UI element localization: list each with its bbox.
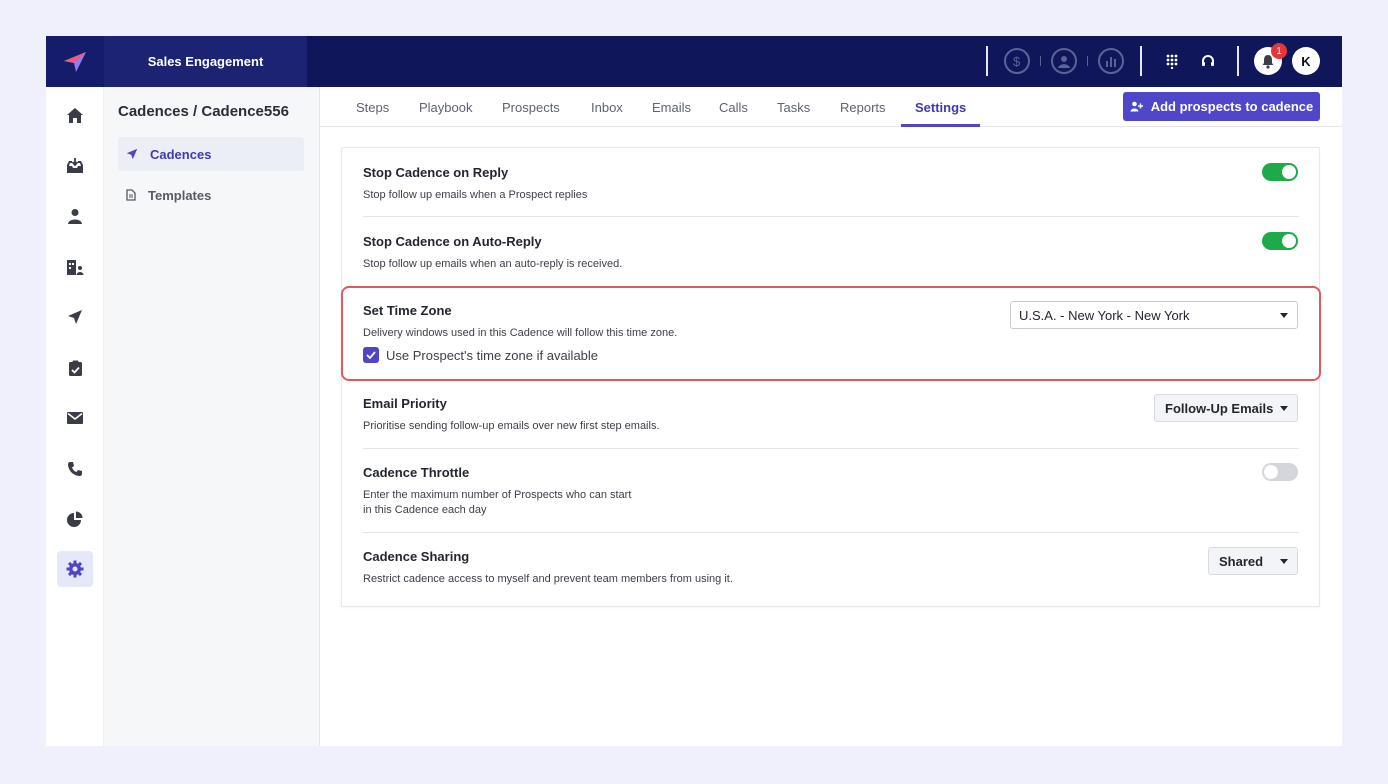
- phone-icon[interactable]: [57, 451, 93, 487]
- email-priority-dropdown[interactable]: Follow-Up Emails: [1154, 394, 1298, 422]
- contacts-icon[interactable]: [57, 249, 93, 285]
- time-zone-select[interactable]: U.S.A. - New York - New York: [1010, 301, 1298, 329]
- chart-icon[interactable]: [1098, 48, 1124, 74]
- add-prospects-button[interactable]: Add prospects to cadence: [1123, 92, 1320, 121]
- logo[interactable]: [46, 36, 104, 87]
- home-icon[interactable]: [57, 97, 93, 133]
- toolbar-separator: [1087, 56, 1088, 66]
- use-prospect-time-zone-label[interactable]: Use Prospect's time zone if available: [386, 348, 598, 363]
- toolbar-divider: [1237, 46, 1239, 76]
- time-zone-description: Delivery windows used in this Cadence wi…: [363, 327, 678, 339]
- tab-playbook[interactable]: Playbook: [419, 87, 472, 127]
- settings-icon[interactable]: [57, 551, 93, 587]
- svg-text:$: $: [1013, 54, 1021, 68]
- toolbar-separator: [1040, 56, 1041, 66]
- tab-reports[interactable]: Reports: [840, 87, 886, 127]
- cadence-throttle-description: Enter the maximum number of Prospects wh…: [363, 489, 632, 501]
- sidebar-item-templates[interactable]: Templates: [118, 178, 304, 212]
- logo-icon: [64, 51, 86, 72]
- send-icon[interactable]: [57, 299, 93, 335]
- email-priority-value: Follow-Up Emails: [1165, 400, 1274, 416]
- time-zone-title: Set Time Zone: [363, 303, 452, 318]
- tab-steps[interactable]: Steps: [356, 87, 389, 127]
- cadence-throttle-title: Cadence Throttle: [363, 465, 470, 480]
- sidebar-item-cadences[interactable]: Cadences: [118, 137, 304, 171]
- row-divider: [363, 216, 1299, 217]
- cadence-sharing-value: Shared: [1219, 553, 1264, 569]
- active-tab-indicator: [901, 124, 980, 127]
- pie-chart-icon[interactable]: [57, 501, 93, 537]
- icon-rail: [46, 87, 104, 746]
- email-priority-title: Email Priority: [363, 396, 447, 411]
- cadence-sidebar: Cadences / Cadence556 Cadences Templates: [104, 87, 320, 746]
- cadence-sharing-title: Cadence Sharing: [363, 549, 470, 564]
- add-prospects-label: Add prospects to cadence: [1150, 99, 1314, 114]
- sidebar-item-label: Templates: [148, 187, 212, 203]
- stop-on-reply-toggle[interactable]: [1262, 163, 1298, 181]
- stop-on-reply-title: Stop Cadence on Reply: [363, 165, 509, 180]
- use-prospect-time-zone-checkbox[interactable]: [363, 347, 379, 363]
- add-user-icon: [1130, 101, 1143, 112]
- chevron-down-icon: [1280, 406, 1288, 411]
- tab-emails[interactable]: Emails: [652, 87, 691, 127]
- row-divider: [363, 448, 1299, 449]
- product-name[interactable]: Sales Engagement: [104, 36, 307, 87]
- chevron-down-icon: [1280, 313, 1288, 318]
- top-bar: Sales Engagement $ 1 K: [46, 36, 1342, 87]
- send-icon: [126, 148, 138, 160]
- cadence-tabs: Steps Playbook Prospects Inbox Emails Ca…: [320, 87, 1342, 127]
- stop-on-auto-reply-toggle[interactable]: [1262, 232, 1298, 250]
- avatar[interactable]: K: [1292, 47, 1320, 75]
- tab-calls[interactable]: Calls: [719, 87, 748, 127]
- headset-icon[interactable]: [1195, 48, 1221, 74]
- dialpad-icon[interactable]: [1159, 48, 1185, 74]
- stop-on-auto-reply-description: Stop follow up emails when an auto-reply…: [363, 258, 623, 270]
- mail-icon[interactable]: [57, 400, 93, 436]
- toolbar-divider: [986, 46, 988, 76]
- clipboard-icon[interactable]: [57, 350, 93, 386]
- inbox-icon[interactable]: [57, 147, 93, 183]
- email-priority-description: Prioritise sending follow-up emails over…: [363, 420, 660, 432]
- checkmark-icon: [366, 351, 376, 359]
- tab-inbox[interactable]: Inbox: [591, 87, 623, 127]
- notification-badge: 1: [1271, 43, 1287, 59]
- cadence-throttle-toggle[interactable]: [1262, 463, 1298, 481]
- cadence-throttle-description: in this Cadence each day: [363, 504, 487, 516]
- dollar-icon[interactable]: $: [1004, 48, 1030, 74]
- cadence-sharing-description: Restrict cadence access to myself and pr…: [363, 573, 733, 585]
- toolbar-divider: [1140, 46, 1142, 76]
- settings-card: Stop Cadence on Reply Stop follow up ema…: [341, 147, 1321, 607]
- user-circle-icon[interactable]: [1051, 48, 1077, 74]
- stop-on-reply-description: Stop follow up emails when a Prospect re…: [363, 189, 588, 201]
- row-divider: [363, 532, 1299, 533]
- stop-on-auto-reply-title: Stop Cadence on Auto-Reply: [363, 234, 542, 249]
- cadence-sharing-dropdown[interactable]: Shared: [1208, 547, 1298, 575]
- person-icon[interactable]: [57, 198, 93, 234]
- time-zone-value: U.S.A. - New York - New York: [1019, 307, 1190, 323]
- tab-prospects[interactable]: Prospects: [502, 87, 560, 127]
- app-window: Sales Engagement $ 1 K Cadences / Cadenc…: [46, 36, 1342, 746]
- document-icon: [126, 189, 136, 201]
- tab-tasks[interactable]: Tasks: [777, 87, 810, 127]
- chevron-down-icon: [1280, 559, 1288, 564]
- sidebar-item-label: Cadences: [150, 146, 212, 162]
- breadcrumb: Cadences / Cadence556: [118, 103, 289, 120]
- tab-settings[interactable]: Settings: [915, 87, 966, 127]
